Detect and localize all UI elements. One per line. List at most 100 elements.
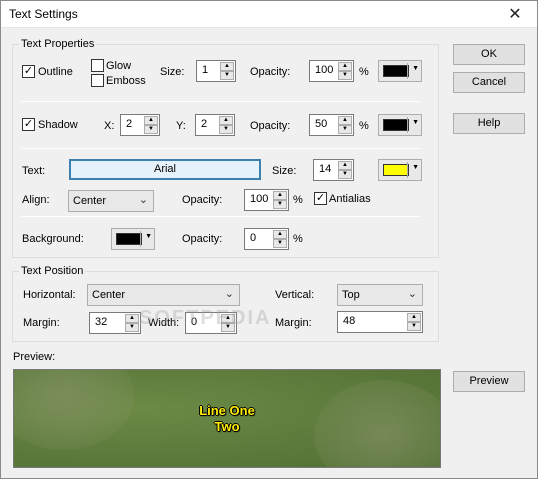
outline-color-picker[interactable]: ▼ [378,60,422,82]
text-color-swatch [383,164,409,176]
outline-opacity-label: Opacity: [250,66,291,78]
spin-up-icon[interactable]: ▲ [273,230,287,239]
shadow-x-value: 2 [126,118,133,130]
shadow-label: Shadow [38,119,78,131]
ok-button[interactable]: OK [453,44,525,65]
shadow-x-label: X: [104,120,115,132]
font-button[interactable]: Arial [69,159,261,180]
watermark: SOFTPEDIA [139,307,272,329]
dropdown-arrow-icon: ▼ [412,164,419,171]
spin-down-icon[interactable]: ▼ [338,125,352,134]
spin-down-icon[interactable]: ▼ [338,71,352,80]
vertical-value: Top [342,289,360,301]
spin-up-icon[interactable]: ▲ [144,116,158,125]
preview-line-two: Two [214,419,240,434]
outline-color-swatch [383,65,409,77]
preview-button[interactable]: Preview [453,371,525,392]
horizontal-margin-spinner[interactable]: 32 ▲ ▼ [89,312,141,334]
spin-up-icon[interactable]: ▲ [125,314,139,323]
spin-down-icon[interactable]: ▼ [220,71,234,80]
antialias-checkbox[interactable]: ✓ [314,192,327,205]
spin-up-icon[interactable]: ▲ [219,116,233,125]
spin-down-icon[interactable]: ▼ [144,125,158,134]
emboss-label: Emboss [106,75,146,87]
text-position-group-label: Text Position [19,265,86,277]
shadow-opacity-percent: % [359,120,369,132]
spin-down-icon[interactable]: ▼ [273,239,287,248]
glow-label: Glow [106,60,132,72]
text-properties-group-label: Text Properties [19,38,97,50]
chevron-down-icon: ⌄ [407,288,417,300]
background-color-swatch [116,233,142,245]
outline-size-value: 1 [202,64,209,76]
vertical-margin-spinner[interactable]: 48 ▲ ▼ [337,311,423,333]
align-select[interactable]: Center ⌄ [68,190,154,212]
spin-up-icon[interactable]: ▲ [338,116,352,125]
outline-label: Outline [38,66,73,78]
spin-down-icon[interactable]: ▼ [219,125,233,134]
preview-image: Line One Two [13,369,441,468]
spin-up-icon[interactable]: ▲ [273,191,287,200]
spin-down-icon[interactable]: ▼ [338,170,352,179]
shadow-x-spinner[interactable]: 2 ▲ ▼ [120,114,160,136]
shadow-color-swatch [383,119,409,131]
spin-up-icon[interactable]: ▲ [407,313,421,322]
outline-opacity-percent: % [359,66,369,78]
separator [21,148,420,149]
shadow-checkbox[interactable]: ✓ [22,118,35,131]
text-color-picker[interactable]: ▼ [378,159,422,181]
text-size-spinner[interactable]: 14 ▲ ▼ [313,159,354,181]
outline-size-label: Size: [160,66,185,78]
vertical-margin-value: 48 [343,315,356,327]
shadow-opacity-value: 50 [315,118,328,130]
shadow-y-label: Y: [176,120,186,132]
title-bar: Text Settings ✕ [1,1,537,28]
shadow-y-spinner[interactable]: 2 ▲ ▼ [195,114,235,136]
cancel-button[interactable]: Cancel [453,72,525,93]
glow-checkbox[interactable] [91,59,104,72]
background-color-picker[interactable]: ▼ [111,228,155,250]
close-icon[interactable]: ✕ [493,1,537,28]
vertical-select[interactable]: Top ⌄ [337,284,423,306]
chevron-down-icon: ⌄ [224,288,234,300]
text-opacity-spinner[interactable]: 100 ▲ ▼ [244,189,289,211]
vertical-margin-label: Margin: [275,317,312,329]
outline-size-spinner[interactable]: 1 ▲ ▼ [196,60,236,82]
shadow-opacity-spinner[interactable]: 50 ▲ ▼ [309,114,354,136]
align-value: Center [73,195,107,207]
dropdown-arrow-icon: ▼ [412,119,419,126]
horizontal-select[interactable]: Center ⌄ [87,284,240,306]
spin-up-icon[interactable]: ▲ [338,161,352,170]
horizontal-label: Horizontal: [23,289,76,301]
separator [21,101,420,102]
shadow-color-picker[interactable]: ▼ [378,114,422,136]
help-button[interactable]: Help [453,113,525,134]
text-opacity-value: 100 [250,193,269,205]
window-title: Text Settings [9,7,78,21]
background-opacity-percent: % [293,233,303,245]
background-opacity-label: Opacity: [182,233,223,245]
emboss-checkbox[interactable] [91,74,104,87]
outline-checkbox[interactable]: ✓ [22,65,35,78]
horizontal-margin-value: 32 [95,316,108,328]
vertical-label: Vertical: [275,289,315,301]
separator [21,216,420,217]
spin-down-icon[interactable]: ▼ [125,323,139,332]
text-size-label: Size: [272,165,297,177]
spin-down-icon[interactable]: ▼ [273,200,287,209]
shadow-opacity-label: Opacity: [250,120,291,132]
text-opacity-percent: % [293,194,303,206]
text-label: Text: [22,165,46,177]
shadow-y-value: 2 [201,118,208,130]
text-settings-dialog: Text Settings ✕ Text Properties ✓ Outlin… [0,0,538,479]
outline-opacity-spinner[interactable]: 100 ▲ ▼ [309,60,354,82]
spin-up-icon[interactable]: ▲ [338,62,352,71]
text-opacity-label: Opacity: [182,194,223,206]
dropdown-arrow-icon: ▼ [145,233,152,240]
spin-down-icon[interactable]: ▼ [407,322,421,331]
dropdown-arrow-icon: ▼ [412,65,419,72]
background-opacity-spinner[interactable]: 0 ▲ ▼ [244,228,289,250]
preview-line-one: Line One [199,403,255,418]
antialias-label: Antialias [329,193,371,205]
spin-up-icon[interactable]: ▲ [220,62,234,71]
